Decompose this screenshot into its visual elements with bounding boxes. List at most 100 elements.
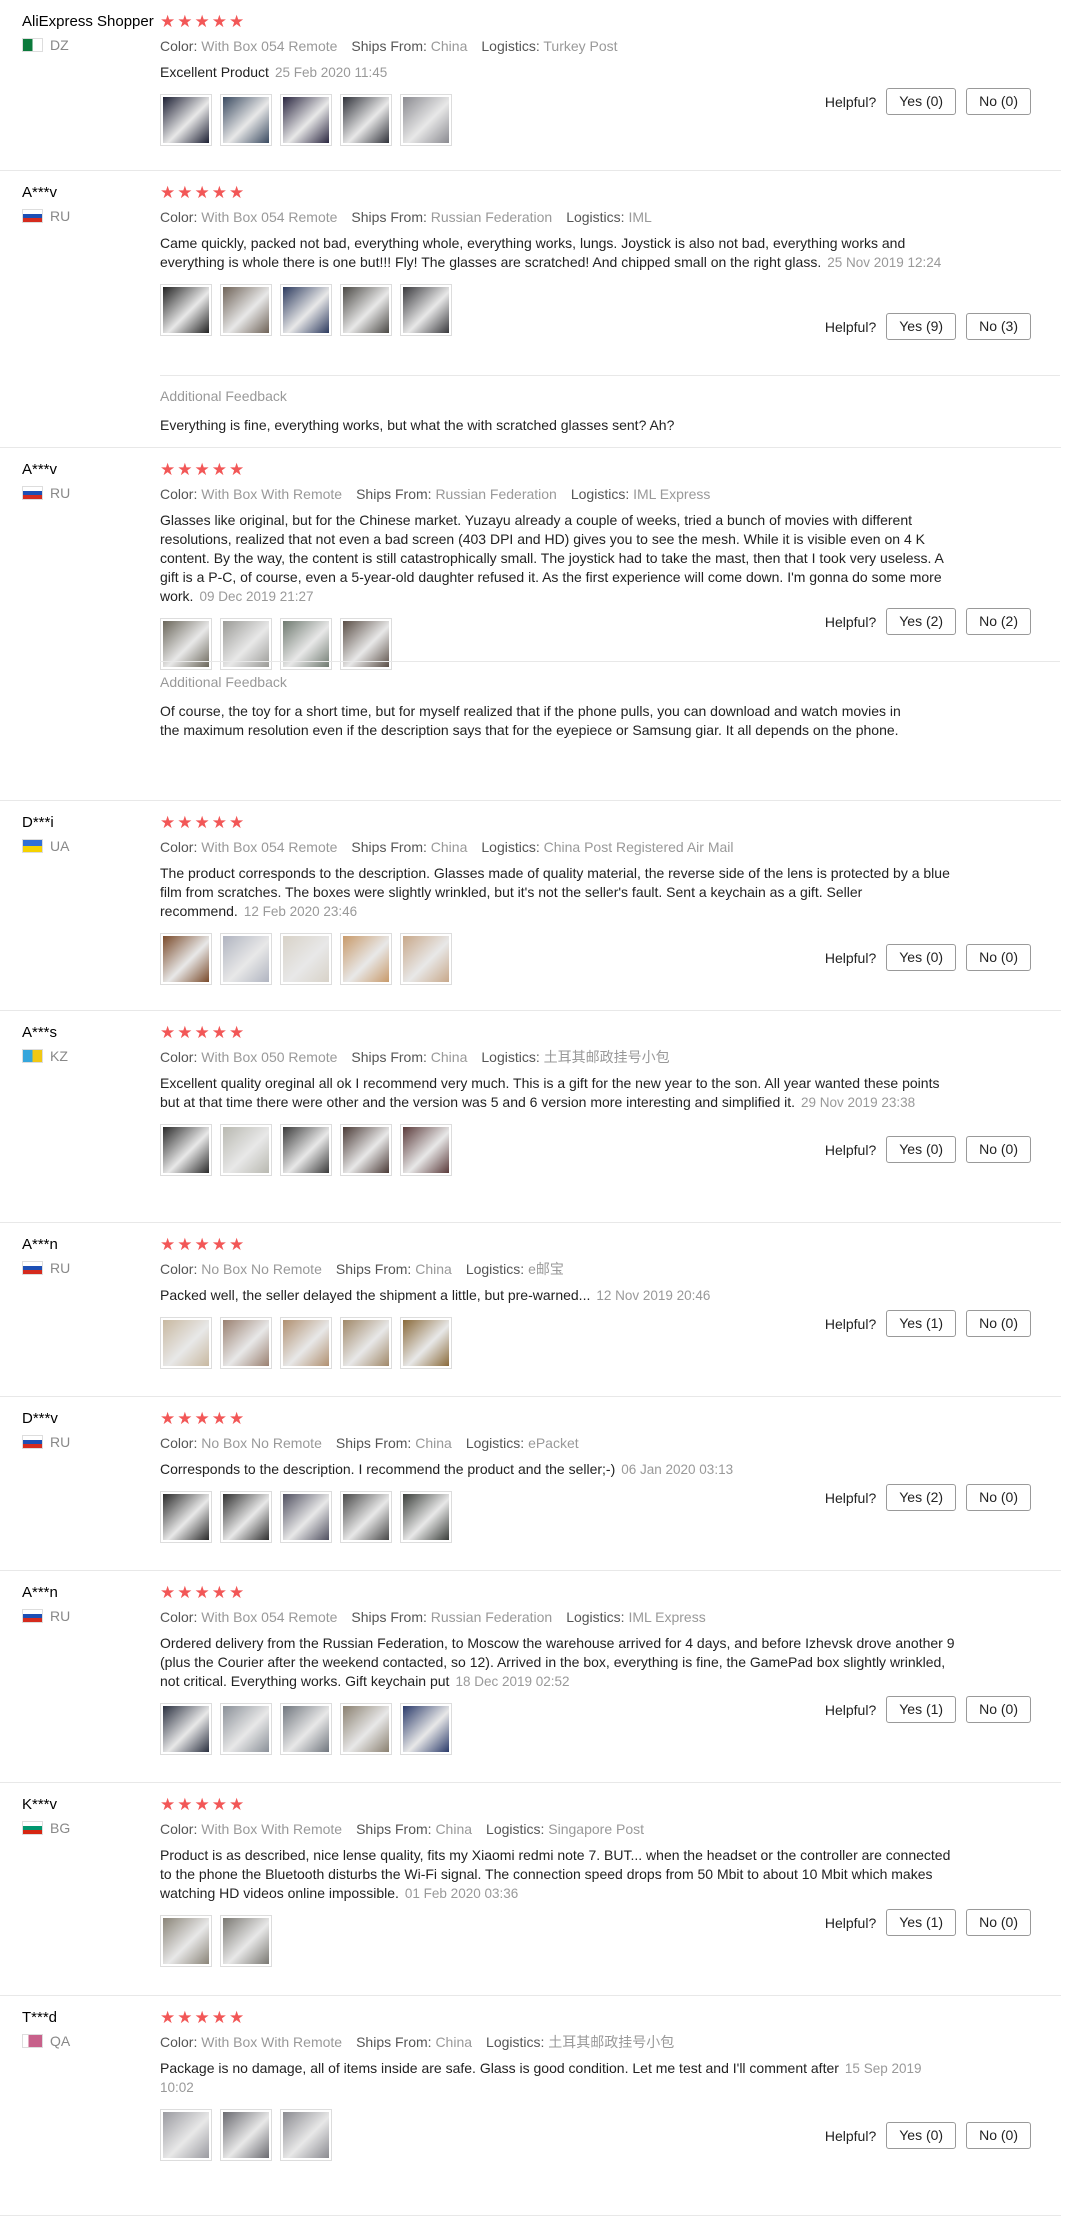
country-code: UA bbox=[50, 838, 70, 854]
order-ships-from: Ships From: China bbox=[351, 38, 467, 54]
helpful-yes-button[interactable]: Yes (1) bbox=[886, 1909, 957, 1936]
review-photo-thumbnail[interactable] bbox=[340, 1124, 392, 1176]
review-photo-thumbnail[interactable] bbox=[160, 1124, 212, 1176]
order-info-label: Ships From: bbox=[356, 2034, 432, 2050]
review-photo-thumbnail[interactable] bbox=[220, 1317, 272, 1369]
star-icon: ★ bbox=[229, 1795, 247, 1814]
country-code: RU bbox=[50, 1608, 71, 1624]
order-color: Color: With Box With Remote bbox=[160, 486, 342, 502]
review-photo-thumbnail[interactable] bbox=[160, 1703, 212, 1755]
review-photo-thumbnail[interactable] bbox=[160, 1317, 212, 1369]
photo-image bbox=[403, 1320, 449, 1366]
review-photo-thumbnail[interactable] bbox=[280, 1124, 332, 1176]
review-photo-thumbnail[interactable] bbox=[280, 933, 332, 985]
order-ships-from: Ships From: Russian Federation bbox=[351, 1609, 552, 1625]
review-text: Excellent quality oreginal all ok I reco… bbox=[160, 1074, 955, 1112]
review-photo-thumbnail[interactable] bbox=[220, 1491, 272, 1543]
review-photo-thumbnail[interactable] bbox=[220, 2109, 272, 2161]
helpful-vote: Helpful? Yes (2) No (0) bbox=[825, 1484, 1031, 1511]
helpful-yes-button[interactable]: Yes (0) bbox=[886, 88, 957, 115]
helpful-yes-button[interactable]: Yes (0) bbox=[886, 1136, 957, 1163]
review-photo-thumbnail[interactable] bbox=[400, 1317, 452, 1369]
review-photo-thumbnail[interactable] bbox=[340, 1703, 392, 1755]
helpful-no-button[interactable]: No (3) bbox=[966, 313, 1031, 340]
review-photo-thumbnail[interactable] bbox=[280, 2109, 332, 2161]
review-photo-thumbnail[interactable] bbox=[400, 1703, 452, 1755]
review-photo-thumbnail[interactable] bbox=[340, 1317, 392, 1369]
review-text: Ordered delivery from the Russian Federa… bbox=[160, 1634, 955, 1691]
review-photo-thumbnail[interactable] bbox=[280, 1317, 332, 1369]
helpful-no-button[interactable]: No (2) bbox=[966, 608, 1031, 635]
order-info: Color: With Box 054 Remote Ships From: Ru… bbox=[160, 208, 960, 227]
helpful-yes-button[interactable]: Yes (1) bbox=[886, 1310, 957, 1337]
review-photo-thumbnail[interactable] bbox=[280, 1491, 332, 1543]
photo-image bbox=[343, 97, 389, 143]
helpful-yes-button[interactable]: Yes (1) bbox=[886, 1696, 957, 1723]
helpful-yes-button[interactable]: Yes (2) bbox=[886, 608, 957, 635]
review-photo-thumbnail[interactable] bbox=[280, 1703, 332, 1755]
helpful-no-button[interactable]: No (0) bbox=[966, 1696, 1031, 1723]
review-photo-thumbnail[interactable] bbox=[220, 1124, 272, 1176]
star-icon: ★ bbox=[194, 12, 212, 31]
country-code: RU bbox=[50, 485, 71, 501]
review-photo-thumbnail[interactable] bbox=[160, 284, 212, 336]
helpful-no-button[interactable]: No (0) bbox=[966, 1484, 1031, 1511]
review-photo-thumbnail[interactable] bbox=[400, 94, 452, 146]
review-photo-thumbnail[interactable] bbox=[160, 1491, 212, 1543]
review-photo-thumbnail[interactable] bbox=[220, 94, 272, 146]
order-color: Color: With Box 050 Remote bbox=[160, 1049, 337, 1065]
helpful-no-button[interactable]: No (0) bbox=[966, 1136, 1031, 1163]
photo-image bbox=[163, 2112, 209, 2158]
helpful-label: Helpful? bbox=[824, 1701, 877, 1718]
review-photo-thumbnail[interactable] bbox=[220, 1915, 272, 1967]
helpful-no-button[interactable]: No (0) bbox=[966, 2122, 1031, 2149]
star-icon: ★ bbox=[177, 1409, 195, 1428]
review-photo-thumbnail[interactable] bbox=[400, 1124, 452, 1176]
review-photo-thumbnail[interactable] bbox=[400, 1491, 452, 1543]
review-photo-thumbnail[interactable] bbox=[160, 933, 212, 985]
review-photo-thumbnail[interactable] bbox=[340, 94, 392, 146]
reviewer-country: BG bbox=[22, 1820, 152, 1836]
order-color: Color: No Box No Remote bbox=[160, 1261, 322, 1277]
photo-image bbox=[223, 287, 269, 333]
star-icon: ★ bbox=[211, 1583, 229, 1602]
helpful-yes-button[interactable]: Yes (9) bbox=[886, 313, 957, 340]
helpful-no-button[interactable]: No (0) bbox=[966, 1310, 1031, 1337]
review-item: AliExpress Shopper DZ ★★★★★ Color: With Box… bbox=[0, 0, 1061, 171]
review-item: A***n RU ★★★★★ Color: No Box No Remote Ships… bbox=[0, 1223, 1061, 1397]
review-photo-thumbnail[interactable] bbox=[160, 1915, 212, 1967]
photo-image bbox=[403, 287, 449, 333]
review-photo-thumbnail[interactable] bbox=[400, 284, 452, 336]
review-photo-thumbnail[interactable] bbox=[280, 284, 332, 336]
review-photo-thumbnail[interactable] bbox=[220, 933, 272, 985]
star-icon: ★ bbox=[177, 2008, 195, 2027]
review-photo-thumbnail[interactable] bbox=[340, 284, 392, 336]
review-photo-thumbnail[interactable] bbox=[220, 1703, 272, 1755]
order-info-value: IML bbox=[628, 209, 652, 225]
review-photo-thumbnail[interactable] bbox=[280, 94, 332, 146]
review-photo-thumbnail[interactable] bbox=[400, 933, 452, 985]
review-photo-thumbnail[interactable] bbox=[160, 2109, 212, 2161]
country-flag-icon bbox=[22, 486, 43, 500]
photo-image bbox=[283, 97, 329, 143]
helpful-yes-button[interactable]: Yes (0) bbox=[886, 944, 957, 971]
helpful-yes-button[interactable]: Yes (2) bbox=[886, 1484, 957, 1511]
order-info-label: Color: bbox=[160, 1435, 198, 1451]
review-photo-thumbnail[interactable] bbox=[340, 1491, 392, 1543]
review-photo-thumbnail[interactable] bbox=[220, 284, 272, 336]
photo-image bbox=[163, 1494, 209, 1540]
order-info-value: ePacket bbox=[528, 1435, 579, 1451]
reviewer-name: A***v bbox=[22, 184, 58, 201]
helpful-label: Helpful? bbox=[824, 1914, 877, 1931]
review-photo-thumbnail[interactable] bbox=[160, 94, 212, 146]
helpful-no-button[interactable]: No (0) bbox=[966, 944, 1031, 971]
helpful-yes-button[interactable]: Yes (0) bbox=[886, 2122, 957, 2149]
star-icon: ★ bbox=[194, 1235, 212, 1254]
order-info-label: Logistics: bbox=[465, 1435, 525, 1451]
review-photo-thumbnail[interactable] bbox=[340, 933, 392, 985]
helpful-no-button[interactable]: No (0) bbox=[966, 88, 1031, 115]
star-rating: ★★★★★ bbox=[160, 1235, 960, 1255]
reviewer-country: DZ bbox=[22, 37, 152, 53]
helpful-no-button[interactable]: No (0) bbox=[966, 1909, 1031, 1936]
order-info-value: No Box No Remote bbox=[201, 1261, 322, 1277]
